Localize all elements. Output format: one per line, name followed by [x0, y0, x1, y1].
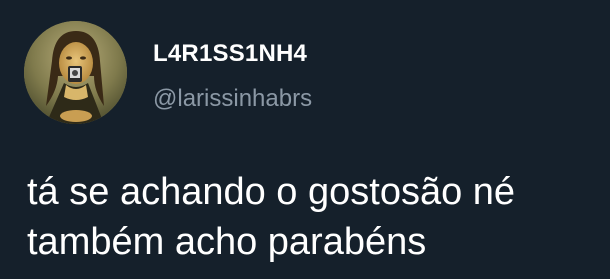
display-name[interactable]: L4R1SS1NH4 [153, 42, 307, 66]
tweet-card: L4R1SS1NH4 @larissinhabrs tá se achando … [0, 0, 610, 279]
user-handle[interactable]: @larissinhabrs [153, 87, 312, 111]
profile-avatar[interactable] [24, 21, 127, 124]
tweet-text: tá se achando o gostosão né também acho … [27, 171, 516, 263]
mona-lisa-avatar-icon [24, 21, 127, 124]
